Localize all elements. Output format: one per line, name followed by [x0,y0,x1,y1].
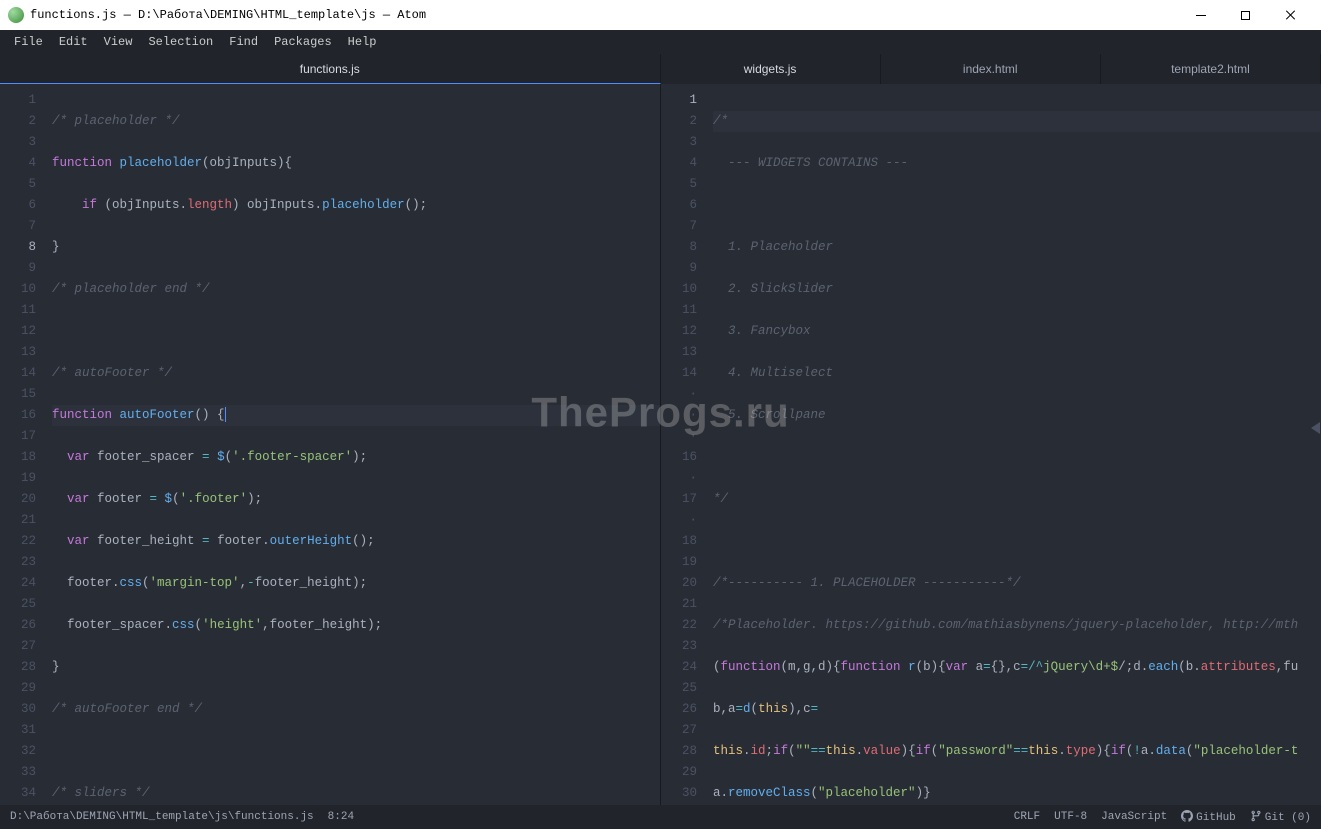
status-git[interactable]: Git (0) [1250,810,1311,824]
code-right[interactable]: /* --- WIDGETS CONTAINS --- 1. Placehold… [705,84,1321,805]
tab-index-html[interactable]: index.html [881,54,1101,84]
github-icon [1181,810,1193,822]
title-bar: functions.js — D:\Работа\DEMING\HTML_tem… [0,0,1321,30]
menu-bar: File Edit View Selection Find Packages H… [0,30,1321,54]
status-github[interactable]: GitHub [1181,810,1236,824]
menu-file[interactable]: File [6,35,51,49]
tab-widgets-js[interactable]: widgets.js [661,54,881,84]
editor-left[interactable]: 1234567891011121314151617181920212223242… [0,84,661,805]
code-left[interactable]: /* placeholder */ function placeholder(o… [44,84,660,805]
close-button[interactable] [1268,0,1313,30]
atom-icon [8,7,24,23]
menu-help[interactable]: Help [340,35,385,49]
menu-selection[interactable]: Selection [140,35,221,49]
menu-view[interactable]: View [96,35,141,49]
status-cursor[interactable]: 8:24 [328,811,354,823]
editor-right[interactable]: 1234567891011121314···16·17·181920212223… [661,84,1321,805]
window-controls [1178,0,1313,30]
status-language[interactable]: JavaScript [1101,811,1167,823]
gutter-left: 1234567891011121314151617181920212223242… [0,84,44,805]
cursor [225,407,226,422]
menu-find[interactable]: Find [221,35,266,49]
fold-indicator-icon[interactable] [1311,422,1320,434]
menu-packages[interactable]: Packages [266,35,340,49]
status-path[interactable]: D:\Работа\DEMING\HTML_template\js\functi… [10,811,314,823]
status-crlf[interactable]: CRLF [1014,811,1040,823]
git-branch-icon [1250,810,1262,822]
status-bar: D:\Работа\DEMING\HTML_template\js\functi… [0,805,1321,829]
tab-functions-js[interactable]: functions.js [0,54,661,84]
window-title: functions.js — D:\Работа\DEMING\HTML_tem… [30,8,1178,22]
editor-area: 1234567891011121314151617181920212223242… [0,84,1321,805]
tab-template2-html[interactable]: template2.html [1101,54,1321,84]
status-encoding[interactable]: UTF-8 [1054,811,1087,823]
minimize-button[interactable] [1178,0,1223,30]
tab-bar: functions.js widgets.js index.html templ… [0,54,1321,84]
menu-edit[interactable]: Edit [51,35,96,49]
maximize-button[interactable] [1223,0,1268,30]
gutter-right: 1234567891011121314···16·17·181920212223… [661,84,705,805]
